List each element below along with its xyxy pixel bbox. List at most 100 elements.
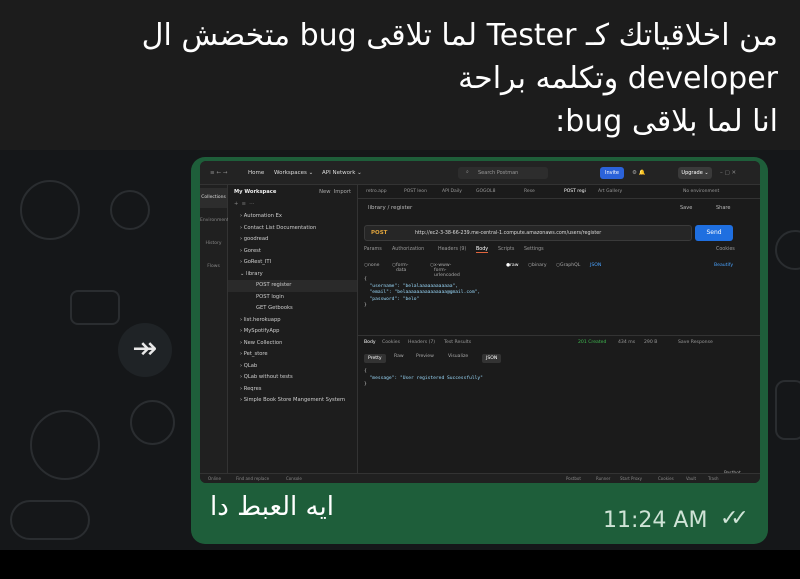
tree-item[interactable]: › Automation Ex (228, 211, 357, 223)
send-button[interactable]: Send (695, 225, 733, 241)
radio-raw[interactable]: ● raw (506, 263, 518, 268)
rail-history[interactable]: History (200, 234, 227, 254)
tree-request-getbooks[interactable]: GET Getbooks (228, 303, 357, 315)
search-icon: ⌕ (466, 169, 469, 175)
rail-collections[interactable]: Collections (200, 188, 227, 208)
tab-settings[interactable]: Settings (524, 247, 544, 252)
url-input[interactable]: http://ec2-3-38-66-239.me-central-1.comp… (415, 231, 601, 236)
radio-urlencoded[interactable]: ○ x-www-form-urlencoded (430, 263, 460, 278)
res-tab-tests[interactable]: Test Results (444, 340, 471, 345)
read-receipt-icon: ✓✓ (720, 506, 749, 531)
url-bar[interactable]: POST http://ec2-3-38-66-239.me-central-1… (364, 225, 692, 241)
footer-vault[interactable]: Vault (686, 476, 696, 481)
tree-item[interactable]: › Gorest (228, 246, 357, 258)
response-time: 434 ms (618, 340, 636, 345)
view-pretty[interactable]: Pretty (364, 354, 386, 363)
tab[interactable]: Art Gallery (598, 189, 622, 194)
tree-item[interactable]: ⌄ library (228, 269, 357, 281)
forward-icon[interactable]: ↠ (118, 323, 172, 377)
status-footer: Online Find and replace Console Postbot … (200, 473, 760, 483)
nav-home[interactable]: Home (248, 170, 264, 176)
format-select[interactable]: JSON (590, 263, 601, 268)
radio-binary[interactable]: ○ binary (528, 263, 547, 268)
settings-icon[interactable]: ⚙ 🔔 (632, 170, 646, 176)
search-input[interactable]: ⌕ Search Postman (458, 167, 548, 179)
tree-item[interactable]: › GoRest_ITI (228, 257, 357, 269)
view-visualize[interactable]: Visualize (448, 354, 468, 359)
import-button[interactable]: Import (334, 189, 351, 195)
message-text: ايه العبط دا (210, 492, 334, 522)
invite-button[interactable]: Invite (600, 167, 624, 179)
tab-active[interactable]: POST regi (564, 189, 586, 194)
view-preview[interactable]: Preview (416, 354, 434, 359)
tab-body[interactable]: Body (476, 247, 489, 253)
sidebar-tools: + ≡ ⋯ (234, 201, 255, 207)
caption-line-1: من اخلاقياتك كـ Tester لما تلاقى bug متخ… (141, 18, 778, 53)
request-subtabs: Params Authorization Headers (9) Body Sc… (364, 247, 754, 257)
tree-item[interactable]: › Reqres (228, 384, 357, 396)
request-tabs: retro.app POST leon API Daily GOGOL8 Res… (358, 185, 760, 199)
share-button[interactable]: Share (716, 205, 730, 211)
footer-cookies[interactable]: Cookies (658, 476, 674, 481)
postman-screenshot[interactable]: ≡ ← → Home Workspaces ⌄ API Network ⌄ ⌕ … (200, 161, 760, 483)
footer-proxy[interactable]: Start Proxy (620, 476, 642, 481)
tab-headers[interactable]: Headers (9) (438, 247, 466, 252)
postman-topbar: ≡ ← → Home Workspaces ⌄ API Network ⌄ ⌕ … (200, 161, 760, 185)
tab[interactable]: GOGOL8 (476, 189, 495, 194)
footer-postbot[interactable]: Postbot (566, 476, 581, 481)
upgrade-button[interactable]: Upgrade ⌄ (678, 167, 712, 179)
tab-cookies[interactable]: Cookies (716, 247, 735, 252)
window-buttons-icon[interactable]: – ▢ ✕ (720, 170, 736, 176)
search-placeholder: Search Postman (478, 170, 519, 176)
tab[interactable]: API Daily (442, 189, 462, 194)
window-controls-icon: ≡ ← → (210, 170, 228, 176)
tree-item[interactable]: › QLab without tests (228, 372, 357, 384)
rail-environments[interactable]: Environments (200, 211, 231, 231)
footer-online[interactable]: Online (208, 476, 221, 481)
res-tab-cookies[interactable]: Cookies (382, 340, 400, 345)
new-button[interactable]: New (319, 189, 330, 195)
footer-find[interactable]: Find and replace (236, 476, 269, 481)
view-raw[interactable]: Raw (394, 354, 404, 359)
rail-flows[interactable]: Flows (200, 257, 227, 277)
footer-runner[interactable]: Runner (596, 476, 610, 481)
tree-request-login[interactable]: POST login (228, 292, 357, 304)
response-view-tabs: Pretty Raw Preview Visualize JSON (364, 351, 754, 363)
radio-form-data[interactable]: ○ form-data (392, 263, 408, 273)
tab-params[interactable]: Params (364, 247, 382, 252)
request-panel: retro.app POST leon API Daily GOGOL8 Res… (358, 185, 760, 476)
view-format-json[interactable]: JSON (482, 354, 502, 363)
radio-graphql[interactable]: ○ GraphQL (556, 263, 580, 268)
code-line: } (364, 303, 367, 308)
beautify-button[interactable]: Beautify (714, 263, 733, 268)
caption-line-2: developer وتكلمه براحة (458, 61, 778, 96)
nav-api-network[interactable]: API Network ⌄ (322, 170, 362, 176)
tree-item[interactable]: › Simple Book Store Mangement System (228, 395, 357, 407)
res-tab-body[interactable]: Body (364, 340, 376, 345)
tab[interactable]: Rese (524, 189, 535, 194)
save-response-button[interactable]: Save Response (678, 340, 713, 345)
request-body-editor[interactable]: { "username": "belalaaaaaaaaaaaa", "emai… (364, 277, 754, 327)
tab-authorization[interactable]: Authorization (392, 247, 424, 252)
footer-trash[interactable]: Trash (708, 476, 719, 481)
nav-workspaces[interactable]: Workspaces ⌄ (274, 170, 313, 176)
environment-select[interactable]: No environment (683, 189, 719, 194)
tree-item[interactable]: › Pet_store (228, 349, 357, 361)
tree-item[interactable]: › QLab (228, 361, 357, 373)
tree-item[interactable]: › list.herokuapp (228, 315, 357, 327)
tree-item[interactable]: › goodread (228, 234, 357, 246)
res-tab-headers[interactable]: Headers (7) (408, 340, 435, 345)
method-select[interactable]: POST (371, 230, 387, 236)
tab[interactable]: retro.app (366, 189, 387, 194)
radio-none[interactable]: ○ none (364, 263, 379, 268)
breadcrumb: library / register (368, 205, 413, 211)
tab[interactable]: POST leon (404, 189, 427, 194)
tree-request-register[interactable]: POST register (228, 280, 357, 292)
collection-tree: › Automation Ex › Contact List Documenta… (228, 211, 357, 407)
save-button[interactable]: Save (680, 205, 692, 211)
footer-console[interactable]: Console (286, 476, 302, 481)
tree-item[interactable]: › New Collection (228, 338, 357, 350)
tree-item[interactable]: › Contact List Documentation (228, 223, 357, 235)
tab-scripts[interactable]: Scripts (498, 247, 514, 252)
tree-item[interactable]: › MySpotifyApp (228, 326, 357, 338)
